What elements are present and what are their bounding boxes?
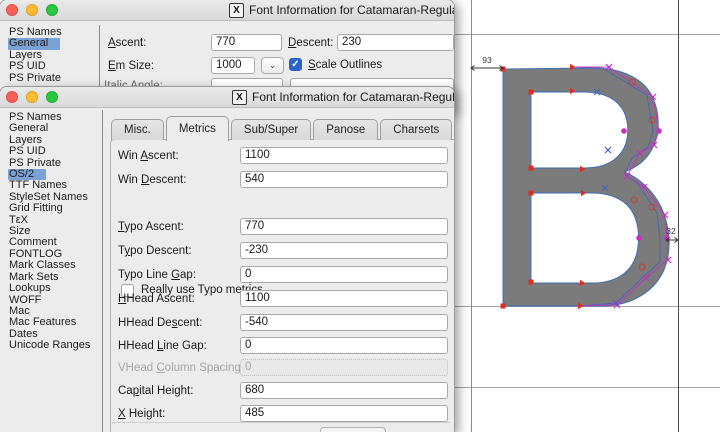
sidebar-item-label: PS UID — [8, 61, 58, 72]
hhead-descent-input[interactable]: -540 — [240, 314, 448, 331]
typo-ascent-input[interactable]: 770 — [240, 218, 448, 235]
x-height-label: X Height: — [118, 408, 165, 420]
tab-misc[interactable]: Misc. — [111, 119, 164, 140]
sidebar-item-mark-classes[interactable]: Mark Classes — [8, 260, 102, 271]
scale-outlines-checkbox[interactable]: ✓ — [289, 58, 302, 71]
close-button[interactable] — [6, 4, 18, 16]
em-size-input[interactable]: 1000 — [211, 57, 255, 74]
minimize-button[interactable] — [26, 91, 38, 103]
descent-input[interactable]: 230 — [337, 34, 454, 51]
win-descent-label: Win Descent: — [118, 174, 186, 186]
window-title: Font Information for Catamaran-Regula — [249, 0, 455, 20]
glyph-drawing: 93 32 — [452, 0, 720, 432]
typo-ascent-label: Typo Ascent: — [118, 221, 184, 233]
descent-label: Descent: — [288, 37, 333, 49]
sidebar-item-grid-fitting[interactable]: Grid Fitting — [8, 203, 102, 214]
sidebar-item-label: Lookups — [8, 283, 63, 294]
typo-descent-input[interactable]: -230 — [240, 242, 448, 259]
win-descent-input[interactable]: 540 — [240, 171, 448, 188]
sidebar-item-ps-private[interactable]: PS Private — [8, 73, 74, 84]
measurement-93: 93 — [471, 55, 503, 71]
typo-line-gap-label: Typo Line Gap: — [118, 269, 196, 281]
fontforge-x-icon: X — [229, 3, 244, 18]
typo-descent-label: Typo Descent: — [118, 245, 192, 257]
sidebar-item-ps-uid[interactable]: PS UID — [8, 146, 102, 157]
tab-panose[interactable]: Panose — [313, 119, 378, 140]
win-ascent-input[interactable]: 1100 — [240, 147, 448, 164]
win-ascent-label: Win Ascent: — [118, 150, 179, 162]
sidebar-item-label: Unicode Ranges — [8, 340, 102, 351]
clipped-button[interactable] — [320, 427, 386, 432]
sidebar-item-lookups[interactable]: Lookups — [8, 283, 102, 294]
zoom-button[interactable] — [46, 91, 58, 103]
sidebar-item-unicode-ranges[interactable]: Unicode Ranges — [8, 340, 102, 351]
fontforge-x-icon: X — [232, 90, 247, 105]
font-info-window-os2: X Font Information for Catamaran-Regula … — [0, 86, 455, 432]
hhead-ascent-label: HHead Ascent: — [118, 293, 195, 305]
sidebar-item-mac-features[interactable]: Mac Features — [8, 317, 102, 328]
zoom-button[interactable] — [46, 4, 58, 16]
measurement-32: 32 — [666, 226, 678, 243]
hhead-line-gap-label: HHead Line Gap: — [118, 340, 207, 352]
em-size-label: Em Size: — [108, 60, 154, 72]
minimize-button[interactable] — [26, 4, 38, 16]
ascent-label: Ascent: — [108, 37, 146, 49]
scale-outlines-label: Scale Outlines — [308, 59, 382, 71]
vhead-column-spacing-input[interactable]: 0 — [240, 359, 448, 376]
tab-bar: Misc.MetricsSub/SuperPanoseCharsets — [111, 116, 454, 140]
measurement-value: 93 — [482, 55, 492, 65]
vhead-column-spacing-label: VHead Column Spacing: — [118, 362, 244, 374]
close-button[interactable] — [6, 91, 18, 103]
panel-divider-line — [112, 422, 450, 423]
sidebar-item-label: PS UID — [8, 146, 58, 157]
screen: 93 32 X Font Information for Catamaran-Re… — [0, 0, 720, 432]
window-title: Font Information for Catamaran-Regula — [252, 87, 455, 107]
ascent-input[interactable]: 770 — [211, 34, 282, 51]
hhead-ascent-input[interactable]: 1100 — [240, 290, 448, 307]
window-titlebar[interactable]: X Font Information for Catamaran-Regula — [0, 87, 454, 108]
capital-height-input[interactable]: 680 — [240, 382, 448, 399]
tab-charsets[interactable]: Charsets — [380, 119, 452, 140]
typo-line-gap-input[interactable]: 0 — [240, 266, 448, 283]
check-icon: ✓ — [291, 59, 299, 70]
sidebar-item-label: PS Private — [8, 73, 73, 84]
x-height-input[interactable]: 485 — [240, 405, 448, 422]
hhead-descent-label: HHead Descent: — [118, 317, 202, 329]
sidebar-item-ps-uid[interactable]: PS UID — [8, 61, 74, 72]
capital-height-label: Capital Height: — [118, 385, 193, 397]
measurement-value: 32 — [666, 226, 676, 236]
em-size-dropdown-button[interactable]: ⌄ — [261, 57, 284, 74]
sidebar-list: PS NamesGeneralLayersPS UIDPS Private — [8, 27, 74, 84]
sidebar-item-label: Mark Classes — [8, 260, 88, 271]
tab-subsuper[interactable]: Sub/Super — [231, 119, 311, 140]
chevron-down-icon: ⌄ — [269, 60, 277, 70]
sidebar-divider — [102, 110, 103, 432]
sidebar-list: PS NamesGeneralLayersPS UIDPS PrivateOS/… — [8, 112, 102, 352]
tab-metrics[interactable]: Metrics — [166, 116, 229, 141]
glyph-canvas[interactable]: 93 32 — [452, 0, 720, 432]
sidebar-item-label: Mac Features — [8, 317, 88, 328]
window-titlebar[interactable]: X Font Information for Catamaran-Regula — [0, 0, 454, 21]
hhead-line-gap-input[interactable]: 0 — [240, 337, 448, 354]
sidebar-item-label: Grid Fitting — [8, 203, 75, 214]
